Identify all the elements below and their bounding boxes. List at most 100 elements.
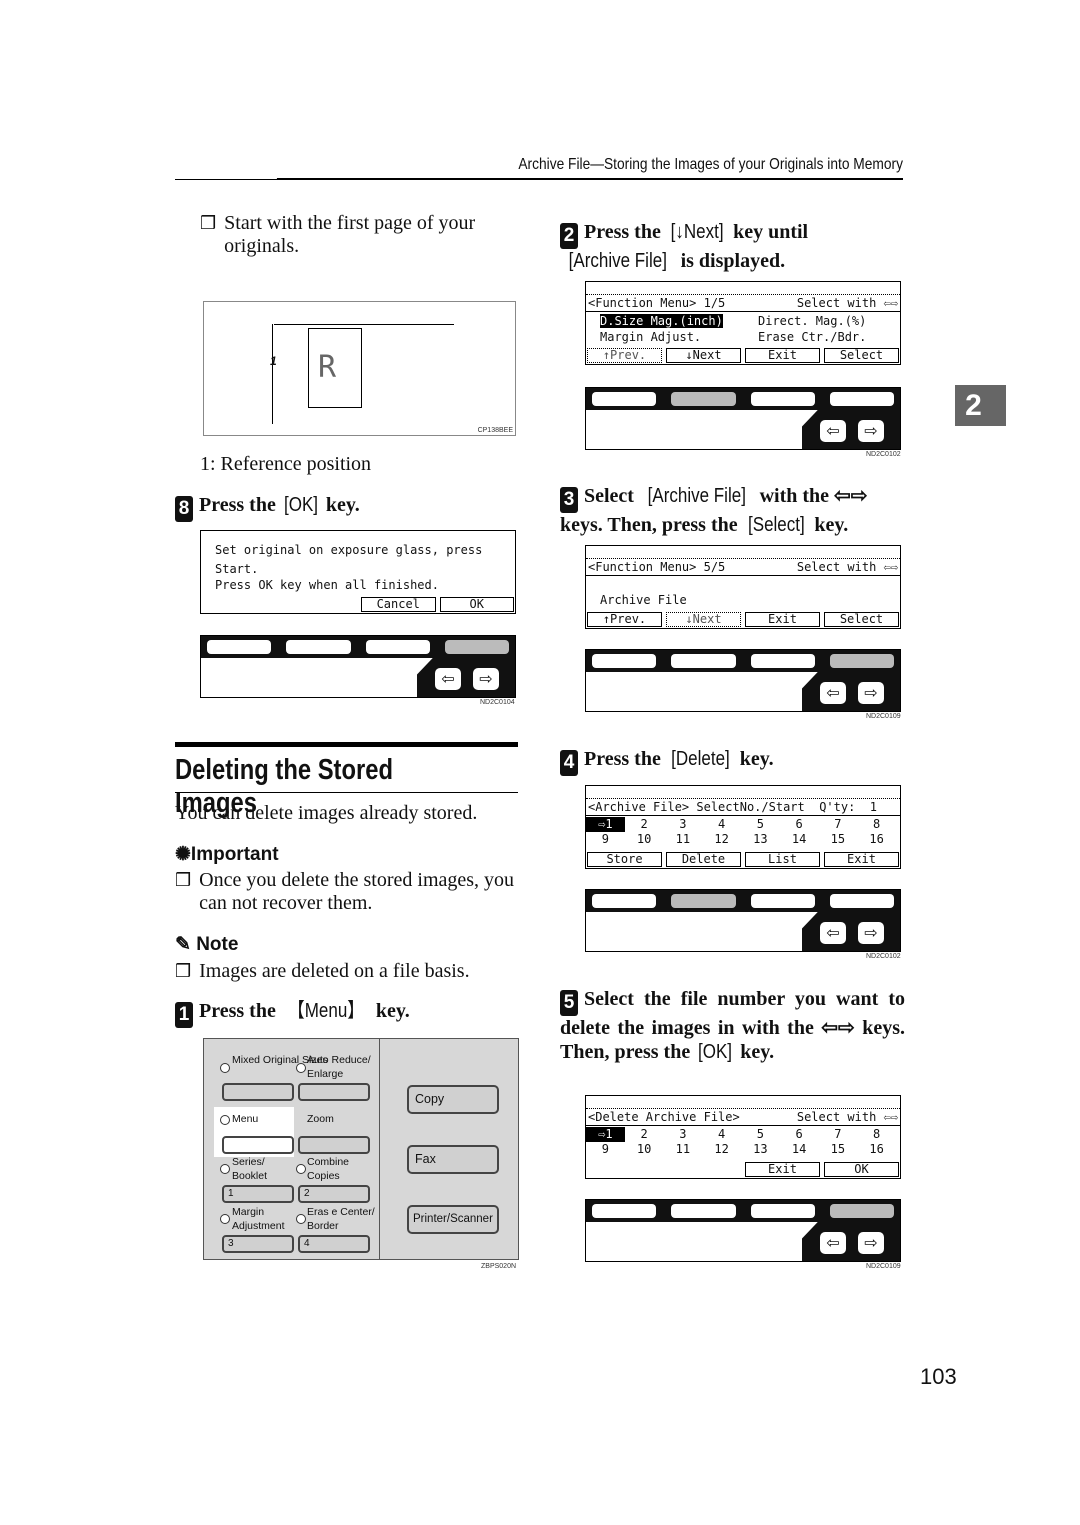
selection-key[interactable] (592, 654, 657, 668)
selection-key-pressed[interactable] (829, 1204, 894, 1218)
erase-center-border-key[interactable]: 4 (298, 1235, 370, 1253)
selection-key[interactable] (592, 392, 657, 406)
left-arrow-key-icon[interactable]: ⇦ (820, 1232, 846, 1254)
list-button[interactable]: List (745, 852, 820, 867)
exit-button[interactable]: Exit (745, 1162, 820, 1177)
left-arrow-key-icon[interactable]: ⇦ (435, 668, 461, 690)
file-number-selected[interactable]: ⇨1 (586, 1127, 625, 1142)
file-number[interactable]: 11 (664, 832, 703, 847)
selection-key[interactable] (365, 640, 430, 654)
selection-key-pressed[interactable] (671, 392, 736, 406)
file-number[interactable]: 15 (819, 832, 858, 847)
selection-key[interactable] (592, 1204, 657, 1218)
next-button[interactable]: ↓Next (666, 612, 741, 627)
file-number[interactable]: 16 (857, 832, 896, 847)
exit-button[interactable]: Exit (745, 348, 820, 363)
menu-item[interactable]: Erase Ctr./Bdr. (758, 330, 866, 345)
cancel-button[interactable]: Cancel (361, 597, 436, 612)
exit-button[interactable]: Exit (745, 612, 820, 627)
file-number[interactable]: 3 (664, 817, 703, 832)
ok-button[interactable]: OK (824, 1162, 899, 1177)
file-number[interactable]: 5 (741, 817, 780, 832)
file-number[interactable]: 11 (664, 1142, 703, 1157)
step-1: 1 Press the 【Menu】 key. (175, 999, 410, 1028)
combine-copies-key[interactable]: 2 (298, 1185, 370, 1203)
select-button[interactable]: Select (824, 612, 899, 627)
selection-key[interactable] (829, 392, 894, 406)
right-arrow-key-icon[interactable]: ⇨ (473, 668, 499, 690)
file-number[interactable]: 6 (780, 1127, 819, 1142)
file-number[interactable]: 5 (741, 1127, 780, 1142)
selection-key[interactable] (207, 640, 272, 654)
menu-item[interactable]: Direct. Mag.(%) (758, 314, 866, 329)
step-8: 8 Press the [OK] key. (175, 493, 360, 522)
prev-button[interactable]: ↑Prev. (587, 612, 662, 627)
file-number[interactable]: 2 (625, 817, 664, 832)
file-number-selected[interactable]: ⇨1 (586, 817, 625, 832)
file-number[interactable]: 4 (702, 817, 741, 832)
figure-code: ND2C0102 (866, 953, 901, 960)
file-number[interactable]: 14 (780, 832, 819, 847)
delete-button[interactable]: Delete (666, 852, 741, 867)
file-number[interactable]: 10 (625, 1142, 664, 1157)
exit-button[interactable]: Exit (824, 852, 899, 867)
right-arrow-key-icon[interactable]: ⇨ (858, 922, 884, 944)
printer-scanner-key[interactable]: Printer/Scanner (407, 1205, 499, 1234)
file-number[interactable]: 13 (741, 1142, 780, 1157)
fax-key[interactable]: Fax (407, 1145, 499, 1174)
selection-key[interactable] (750, 1204, 815, 1218)
prev-button[interactable]: ↑Prev. (587, 348, 662, 363)
file-number[interactable]: 10 (625, 832, 664, 847)
selection-key[interactable] (750, 392, 815, 406)
next-button[interactable]: ↓Next (666, 348, 741, 363)
selection-key-pressed[interactable] (671, 894, 736, 908)
file-number[interactable]: 14 (780, 1142, 819, 1157)
menu-item-selected[interactable]: D.Size Mag.(inch) (600, 314, 723, 328)
ok-button[interactable]: OK (439, 597, 514, 612)
right-arrow-key-icon[interactable]: ⇨ (858, 682, 884, 704)
figure-code: ND2C0109 (866, 1263, 901, 1270)
selection-key[interactable] (286, 640, 351, 654)
left-arrow-key-icon[interactable]: ⇦ (820, 922, 846, 944)
selection-key[interactable] (671, 654, 736, 668)
menu-item-archive-file[interactable]: Archive File (600, 593, 687, 608)
file-number[interactable]: 16 (857, 1142, 896, 1157)
left-arrow-key-icon[interactable]: ⇦ (820, 420, 846, 442)
file-number[interactable]: 6 (780, 817, 819, 832)
right-arrow-key-icon[interactable]: ⇨ (858, 1232, 884, 1254)
selection-key[interactable] (750, 654, 815, 668)
mixed-original-sizes-key[interactable] (222, 1083, 294, 1101)
file-number[interactable]: 8 (857, 1127, 896, 1142)
selection-key[interactable] (592, 894, 657, 908)
file-number[interactable]: 2 (625, 1127, 664, 1142)
menu-key[interactable] (222, 1136, 294, 1154)
figure-code: ZBPS020N (481, 1263, 517, 1270)
margin-adjustment-key[interactable]: 3 (222, 1235, 294, 1253)
key-label: Menu (232, 1113, 259, 1125)
right-arrow-key-icon[interactable]: ⇨ (858, 420, 884, 442)
file-number[interactable]: 3 (664, 1127, 703, 1142)
file-number[interactable]: 15 (819, 1142, 858, 1157)
selection-key-pressed[interactable] (829, 654, 894, 668)
selection-key-pressed[interactable] (444, 640, 509, 654)
select-button[interactable]: Select (824, 348, 899, 363)
store-button[interactable]: Store (587, 852, 662, 867)
file-number[interactable]: 13 (741, 832, 780, 847)
copy-key[interactable]: Copy (407, 1085, 499, 1114)
selection-key[interactable] (671, 1204, 736, 1218)
file-number[interactable]: 9 (586, 832, 625, 847)
file-number[interactable]: 7 (819, 1127, 858, 1142)
menu-item[interactable]: Margin Adjust. (600, 330, 701, 345)
selection-key[interactable] (829, 894, 894, 908)
file-number[interactable]: 4 (702, 1127, 741, 1142)
file-number[interactable]: 12 (702, 1142, 741, 1157)
file-number[interactable]: 8 (857, 817, 896, 832)
file-number[interactable]: 9 (586, 1142, 625, 1157)
zoom-key[interactable] (298, 1136, 370, 1154)
auto-reduce-enlarge-key[interactable] (298, 1083, 370, 1101)
selection-key[interactable] (750, 894, 815, 908)
series-booklet-key[interactable]: 1 (222, 1185, 294, 1203)
file-number[interactable]: 7 (819, 817, 858, 832)
file-number[interactable]: 12 (702, 832, 741, 847)
left-arrow-key-icon[interactable]: ⇦ (820, 682, 846, 704)
